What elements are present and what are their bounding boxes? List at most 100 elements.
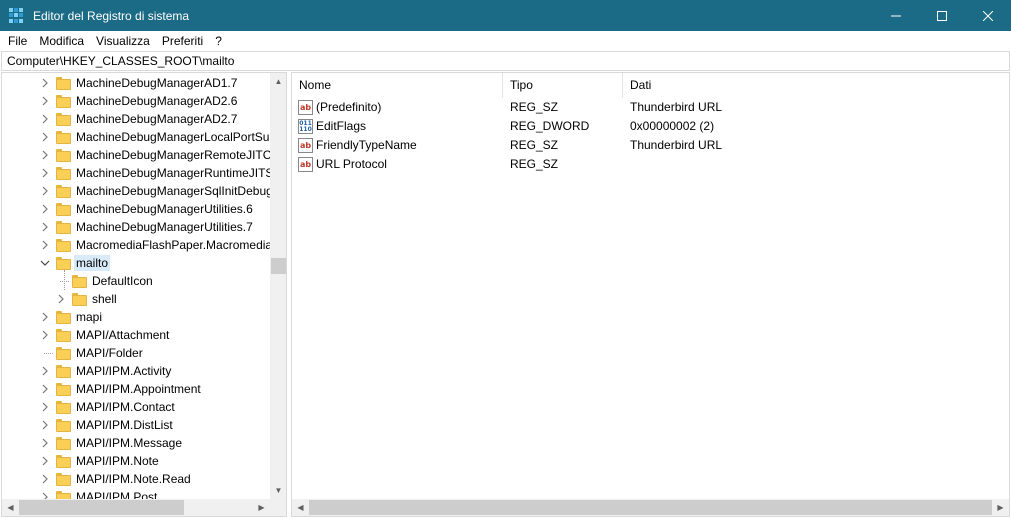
chevron-right-icon[interactable] — [40, 96, 50, 106]
tree-item[interactable]: MAPI/IPM.Appointment — [2, 380, 270, 398]
tree-item[interactable]: MachineDebugManagerUtilities.7 — [2, 218, 270, 236]
menu-visualizza[interactable]: Visualizza — [90, 31, 156, 51]
key-tree-pane: MachineDebugManagerAD1.7 MachineDebugMana… — [1, 72, 287, 517]
chevron-right-icon[interactable] — [40, 330, 50, 340]
chevron-right-icon[interactable] — [40, 150, 50, 160]
chevron-right-icon[interactable] — [40, 402, 50, 412]
menu-preferiti[interactable]: Preferiti — [156, 31, 209, 51]
tree-item[interactable]: MAPI/IPM.DistList — [2, 416, 270, 434]
string-value-icon: ab — [298, 138, 313, 153]
tree-item[interactable]: mailto — [2, 254, 270, 272]
tree-item-label: MAPI/Attachment — [76, 328, 170, 342]
folder-icon — [56, 95, 71, 108]
chevron-right-icon[interactable] — [40, 492, 50, 499]
column-header-type[interactable]: Tipo — [503, 73, 623, 98]
tree-item[interactable]: MacromediaFlashPaper.Macromedia — [2, 236, 270, 254]
chevron-right-icon[interactable] — [40, 312, 50, 322]
value-name: EditFlags — [316, 119, 367, 133]
scrollbar-corner — [270, 499, 286, 516]
chevron-right-icon[interactable] — [40, 474, 50, 484]
menu-modifica[interactable]: Modifica — [33, 31, 90, 51]
tree-item[interactable]: MachineDebugManagerSqlInitDebug — [2, 182, 270, 200]
tree-item-label: MAPI/Folder — [76, 346, 143, 360]
chevron-right-icon[interactable] — [40, 132, 50, 142]
tree-item-label: MachineDebugManagerUtilities.7 — [76, 220, 253, 234]
tree-item[interactable]: MAPI/IPM.Message — [2, 434, 270, 452]
tree-item[interactable]: MachineDebugManagerRuntimeJITS — [2, 164, 270, 182]
minimize-button[interactable] — [873, 0, 919, 31]
list-item[interactable]: ab URL Protocol REG_SZ — [292, 155, 1009, 174]
scroll-left-icon[interactable]: ◀ — [292, 499, 309, 516]
tree-item[interactable]: mapi — [2, 308, 270, 326]
folder-icon — [56, 383, 71, 396]
tree-item[interactable]: MachineDebugManagerAD1.7 — [2, 74, 270, 92]
close-button[interactable] — [965, 0, 1011, 31]
tree-item-label: MachineDebugManagerUtilities.6 — [76, 202, 253, 216]
tree-vertical-scrollbar[interactable]: ▲ ▼ — [270, 73, 286, 499]
chevron-right-icon[interactable] — [40, 384, 50, 394]
tree-item[interactable]: MachineDebugManagerRemoteJITCI — [2, 146, 270, 164]
scroll-right-icon[interactable]: ▶ — [992, 499, 1009, 516]
value-data: Thunderbird URL — [630, 138, 723, 152]
tree-item[interactable]: MachineDebugManagerAD2.7 — [2, 110, 270, 128]
tree-item[interactable]: MachineDebugManagerLocalPortSup — [2, 128, 270, 146]
chevron-right-icon[interactable] — [40, 456, 50, 466]
list-item[interactable]: ab (Predefinito) REG_SZ Thunderbird URL — [292, 98, 1009, 117]
tree-item[interactable]: MAPI/IPM.Note — [2, 452, 270, 470]
chevron-right-icon[interactable] — [56, 294, 66, 304]
chevron-right-icon[interactable] — [40, 204, 50, 214]
tree-item[interactable]: MAPI/IPM.Note.Read — [2, 470, 270, 488]
chevron-right-icon[interactable] — [40, 438, 50, 448]
tree-item[interactable]: MachineDebugManagerAD2.6 — [2, 92, 270, 110]
tree-item-label: MAPI/IPM.Message — [76, 436, 183, 450]
list-item[interactable]: 011 110 EditFlags REG_DWORD 0x00000002 (2) — [292, 117, 1009, 136]
chevron-right-icon[interactable] — [40, 222, 50, 232]
folder-icon — [56, 401, 71, 414]
tree-item[interactable]: DefaultIcon — [2, 272, 270, 290]
chevron-down-icon[interactable] — [40, 258, 50, 268]
scroll-up-icon[interactable]: ▲ — [270, 73, 286, 90]
folder-icon — [56, 257, 71, 270]
list-horizontal-scroll-thumb[interactable] — [309, 500, 992, 515]
value-type: REG_DWORD — [510, 119, 590, 133]
maximize-button[interactable] — [919, 0, 965, 31]
chevron-right-icon[interactable] — [40, 420, 50, 430]
tree-horizontal-scrollbar[interactable]: ◀ ▶ — [2, 499, 270, 516]
chevron-right-icon[interactable] — [40, 240, 50, 250]
tree-item[interactable]: MAPI/Folder — [2, 344, 270, 362]
scroll-left-icon[interactable]: ◀ — [2, 499, 19, 516]
column-header-data[interactable]: Dati — [623, 73, 1009, 98]
tree-item[interactable]: MachineDebugManagerUtilities.6 — [2, 200, 270, 218]
column-header-name[interactable]: Nome — [292, 73, 503, 98]
tree-item[interactable]: MAPI/IPM.Contact — [2, 398, 270, 416]
string-value-icon: ab — [298, 100, 313, 115]
title-bar: Editor del Registro di sistema — [0, 0, 1011, 31]
tree-item[interactable]: shell — [2, 290, 270, 308]
tree-item-label: MachineDebugManagerRemoteJITCI — [76, 148, 270, 162]
tree-item-label: DefaultIcon — [92, 274, 153, 288]
chevron-right-icon[interactable] — [40, 114, 50, 124]
value-name: (Predefinito) — [316, 100, 382, 114]
menu-bar: File Modifica Visualizza Preferiti ? — [0, 31, 1011, 51]
chevron-right-icon[interactable] — [40, 168, 50, 178]
tree-item-label: MachineDebugManagerSqlInitDebug — [76, 184, 270, 198]
tree-connector — [64, 270, 65, 290]
tree-item[interactable]: MAPI/IPM.Post — [2, 488, 270, 499]
tree-horizontal-scroll-thumb[interactable] — [19, 500, 184, 515]
menu-file[interactable]: File — [2, 31, 33, 51]
list-item[interactable]: ab FriendlyTypeName REG_SZ Thunderbird URL — [292, 136, 1009, 155]
scroll-down-icon[interactable]: ▼ — [270, 482, 286, 499]
folder-icon — [56, 419, 71, 432]
list-horizontal-scrollbar[interactable]: ◀ ▶ — [292, 499, 1009, 516]
menu-help[interactable]: ? — [209, 31, 228, 51]
tree-item[interactable]: MAPI/IPM.Activity — [2, 362, 270, 380]
chevron-right-icon[interactable] — [40, 366, 50, 376]
chevron-right-icon[interactable] — [40, 78, 50, 88]
chevron-right-icon[interactable] — [40, 186, 50, 196]
tree-item[interactable]: MAPI/Attachment — [2, 326, 270, 344]
scroll-right-icon[interactable]: ▶ — [253, 499, 270, 516]
tree-vertical-scroll-thumb[interactable] — [271, 258, 286, 274]
tree-item-label: MAPI/IPM.DistList — [76, 418, 173, 432]
address-bar[interactable]: Computer\HKEY_CLASSES_ROOT\mailto — [1, 51, 1010, 71]
tree-item-label: MachineDebugManagerLocalPortSup — [76, 130, 270, 144]
